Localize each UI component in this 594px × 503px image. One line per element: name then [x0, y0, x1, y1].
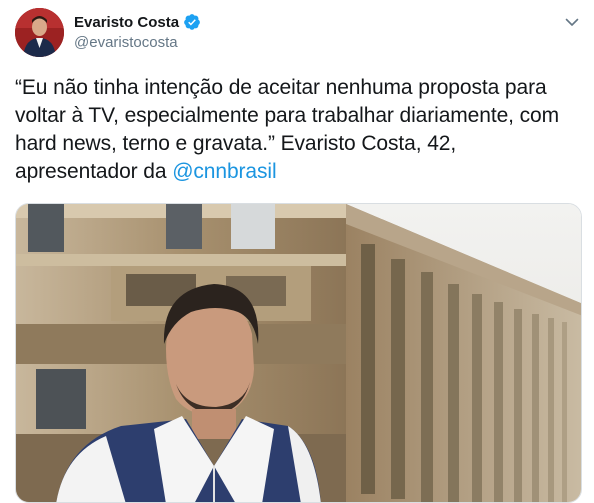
author-avatar[interactable]	[15, 8, 64, 57]
avatar-photo-icon	[15, 8, 64, 57]
mention-link[interactable]: @cnnbrasil	[172, 160, 276, 183]
photo-man-in-front-of-building-icon	[16, 204, 581, 502]
tweet-card[interactable]: Evaristo Costa @evaristocosta “Eu não ti…	[0, 0, 594, 503]
tweet-photo[interactable]	[15, 203, 582, 503]
tweet-text: “Eu não tinha intenção de aceitar nenhum…	[15, 74, 580, 186]
author-display-name[interactable]: Evaristo Costa	[74, 14, 179, 31]
verified-badge-icon	[184, 14, 200, 30]
author-handle[interactable]: @evaristocosta	[74, 34, 201, 51]
tweet-body-text: “Eu não tinha intenção de aceitar nenhum…	[15, 76, 559, 183]
author-info: Evaristo Costa @evaristocosta	[74, 12, 201, 51]
chevron-down-icon[interactable]	[564, 14, 580, 30]
